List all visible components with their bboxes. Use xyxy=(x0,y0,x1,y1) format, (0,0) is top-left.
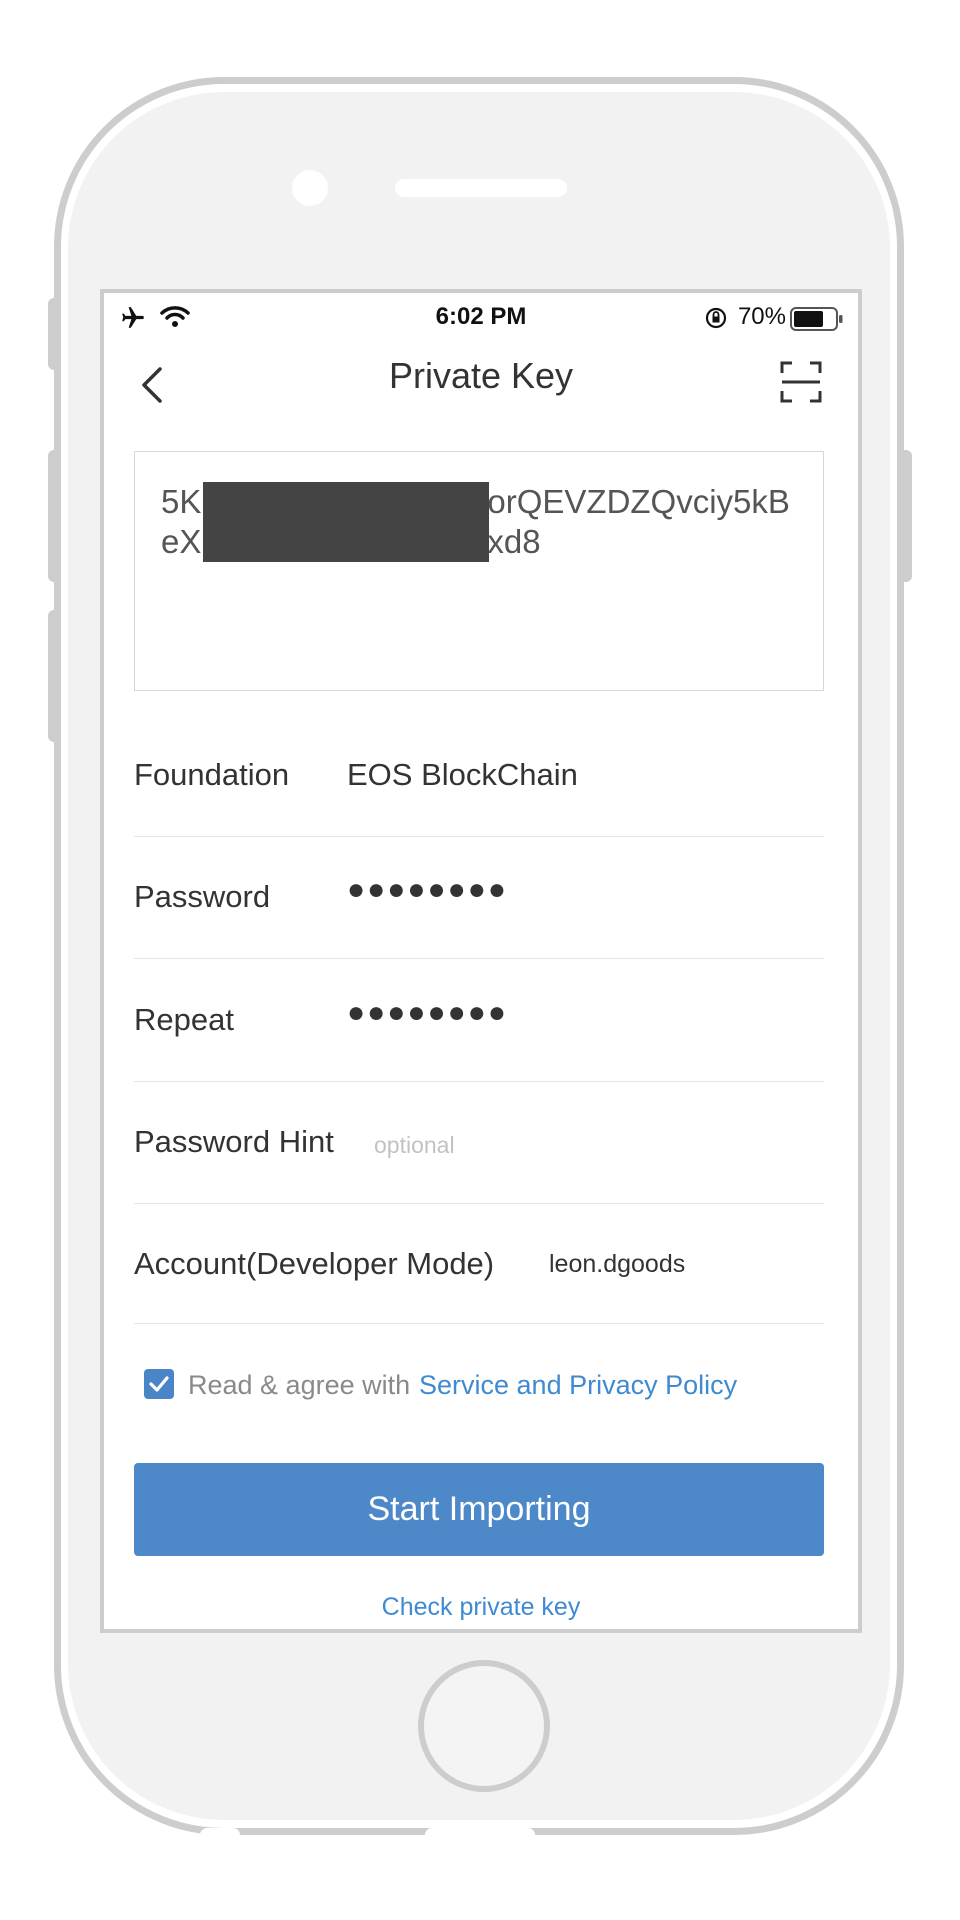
app-screen: 6:02 PM 70% Private Key 5K orQEVZDZQvciy5… xyxy=(100,289,862,1633)
account-row: Account(Developer Mode) leon.dgoods xyxy=(134,1204,824,1324)
scan-button[interactable] xyxy=(780,361,822,403)
start-importing-button[interactable]: Start Importing xyxy=(134,1463,824,1556)
repeat-password-field[interactable]: ●●●●●●●● xyxy=(347,996,508,1030)
agree-checkbox[interactable] xyxy=(144,1369,174,1399)
private-key-line2-start: eX xyxy=(161,523,202,560)
repeat-label: Repeat xyxy=(134,1002,234,1037)
checkmark-icon xyxy=(149,1376,169,1392)
private-key-line2-end: xd8 xyxy=(487,523,541,560)
foundation-value: EOS BlockChain xyxy=(347,757,578,792)
password-hint-row: Password Hint optional xyxy=(134,1082,824,1204)
repeat-row: Repeat ●●●●●●●● xyxy=(134,960,824,1082)
redaction-block xyxy=(203,482,489,562)
password-field[interactable]: ●●●●●●●● xyxy=(347,873,508,907)
frame-notch xyxy=(425,1828,535,1842)
front-camera xyxy=(292,170,328,206)
privacy-policy-link[interactable]: Service and Privacy Policy xyxy=(419,1370,737,1401)
password-row: Password ●●●●●●●● xyxy=(134,837,824,959)
password-hint-field[interactable]: optional xyxy=(374,1132,455,1159)
battery-percentage: 70% xyxy=(737,303,786,330)
password-hint-label: Password Hint xyxy=(134,1124,334,1159)
status-bar: 6:02 PM 70% xyxy=(104,293,858,341)
scan-qr-icon xyxy=(780,361,822,403)
private-key-line1-end: orQEVZDZQvciy5kB xyxy=(487,483,790,520)
account-label: Account(Developer Mode) xyxy=(134,1246,495,1281)
account-field[interactable]: leon.dgoods xyxy=(549,1250,685,1279)
earpiece-speaker xyxy=(395,179,567,197)
page-title: Private Key xyxy=(388,355,574,396)
password-label: Password xyxy=(134,879,271,914)
frame-notch xyxy=(200,1828,240,1842)
orientation-lock-icon xyxy=(705,307,727,329)
private-key-input[interactable]: 5K orQEVZDZQvciy5kB eX xd8 xyxy=(134,451,824,691)
foundation-label: Foundation xyxy=(134,757,290,792)
agree-text: Read & agree with xyxy=(188,1370,411,1400)
check-private-key-link[interactable]: Check private key xyxy=(104,1593,858,1622)
private-key-line1-start: 5K xyxy=(161,483,202,520)
home-button[interactable] xyxy=(418,1660,550,1792)
battery-icon xyxy=(790,307,843,331)
foundation-row[interactable]: Foundation EOS BlockChain xyxy=(134,715,824,837)
